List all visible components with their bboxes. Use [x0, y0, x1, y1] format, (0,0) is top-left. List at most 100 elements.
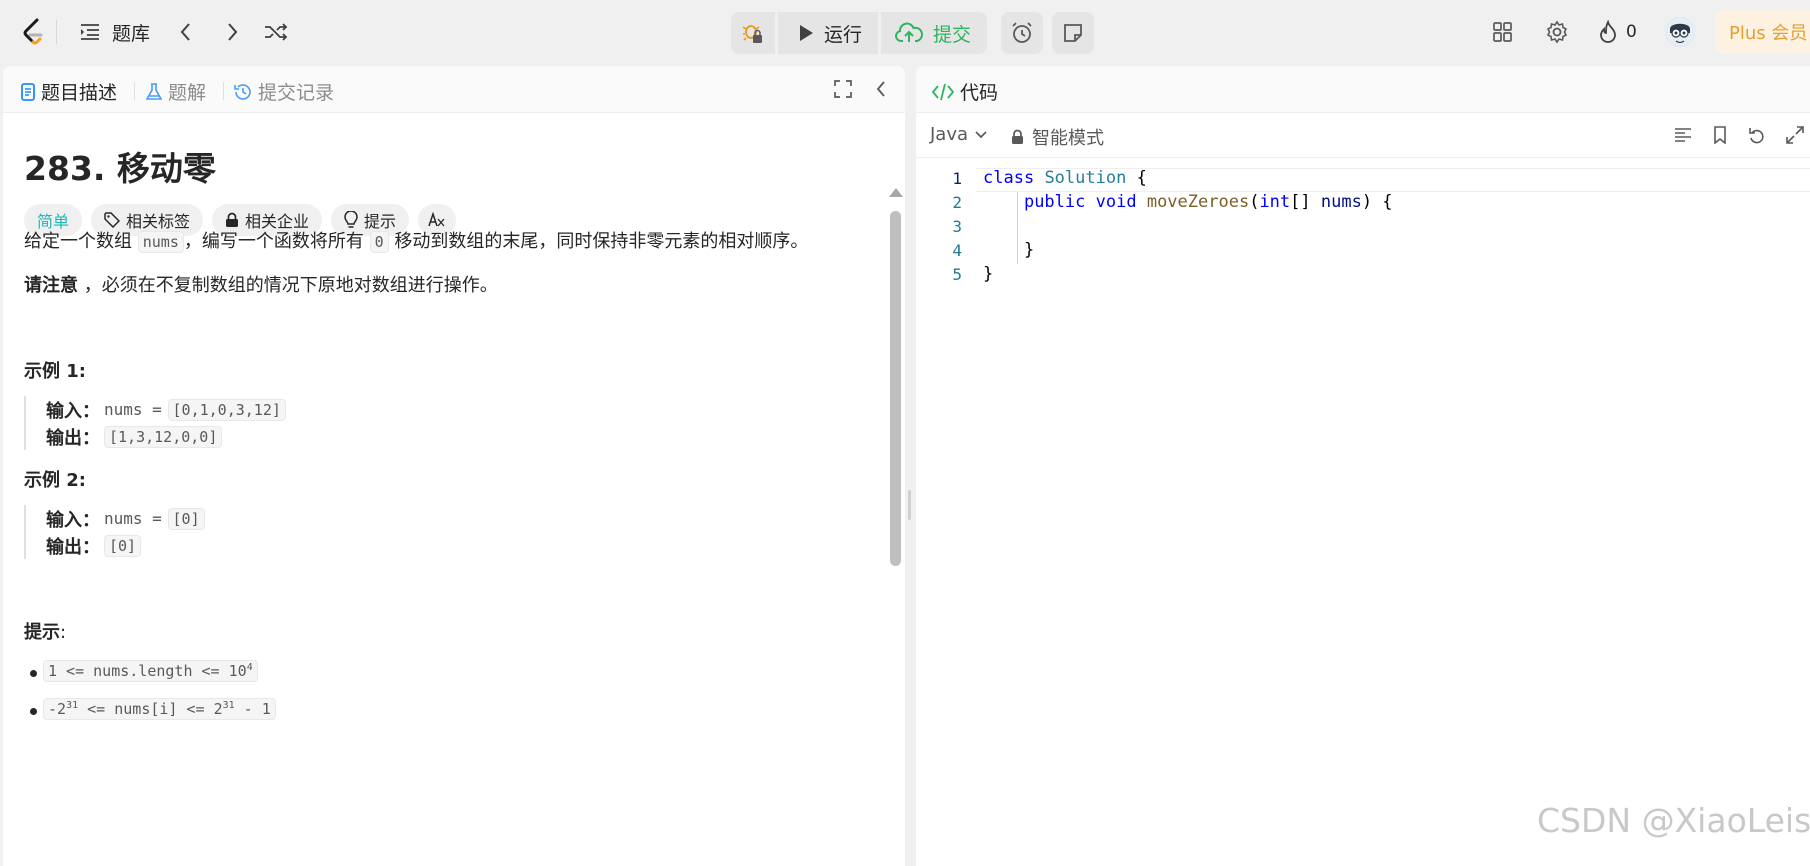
maximize-panel-button[interactable] — [832, 78, 854, 100]
debug-button[interactable] — [731, 12, 775, 54]
constraint-text: - 1 — [234, 700, 271, 718]
example-2-block: 输入： nums = [0] 输出： [0] — [24, 505, 205, 559]
leetcode-logo-icon[interactable] — [20, 17, 46, 47]
submit-button[interactable]: 提交 — [881, 12, 988, 54]
settings-button[interactable] — [1544, 18, 1570, 46]
prev-problem-button[interactable] — [174, 18, 198, 46]
language-select[interactable]: Java — [930, 124, 988, 145]
example-2-input: 输入： nums = [0] — [46, 505, 205, 532]
lock-icon — [226, 212, 239, 227]
run-submit-group: 运行 提交 — [731, 12, 988, 54]
output-label: 输出： — [46, 427, 100, 449]
description-panel: 题目描述 题解 提交记录 283. 移动零 简单 相关标签 相关企业 提示 给定… — [3, 66, 905, 866]
tag-icon — [104, 212, 121, 228]
example-1-output: 输出： [1,3,12,0,0] — [46, 423, 286, 450]
debug-lock-icon — [743, 25, 762, 43]
constraint-1-code: 1 <= nums.length <= 104 — [43, 660, 258, 682]
timer-button[interactable] — [1001, 12, 1043, 54]
example-1-block: 输入： nums = [0,1,0,3,12] 输出： [1,3,12,0,0] — [24, 396, 286, 450]
example-1-input: 输入： nums = [0,1,0,3,12] — [46, 396, 286, 423]
keyword: void — [1095, 192, 1137, 212]
example-2-title: 示例 2: — [24, 470, 86, 491]
language-label: Java — [930, 124, 969, 145]
avatar-icon — [1666, 18, 1694, 46]
output-value: [1,3,12,0,0] — [104, 425, 223, 448]
tab-solutions[interactable]: 题解 — [146, 78, 206, 105]
layout-button[interactable] — [1490, 18, 1516, 46]
expand-icon — [834, 80, 852, 98]
constraints-title: 提示: — [24, 618, 66, 644]
tab-code[interactable]: 代码 — [932, 78, 998, 105]
description-paragraph-2: 请注意 ，必须在不复制数组的情况下原地对数组进行操作。 — [24, 271, 498, 297]
constraint-2-code: -231 <= nums[i] <= 231 - 1 — [43, 698, 276, 720]
gear-icon — [1546, 20, 1568, 44]
flame-icon — [1600, 20, 1616, 43]
streak-counter[interactable]: 0 — [1598, 18, 1637, 46]
type-name: Solution — [1044, 168, 1127, 188]
fullscreen-editor-button[interactable] — [1784, 124, 1806, 146]
superscript: 4 — [246, 662, 253, 673]
tab-description-label: 题目描述 — [41, 82, 118, 104]
desc-text: 给定一个数组 — [24, 231, 138, 252]
constraint-text: 1 <= nums.length <= 10 — [48, 662, 247, 680]
code-tabbar: 代码 — [916, 66, 1810, 113]
top-navbar: 题库 运行 提交 0 Plus 会员 — [0, 0, 1810, 64]
constraint-2: -231 <= nums[i] <= 231 - 1 — [43, 698, 276, 720]
layout-grid-icon — [1493, 22, 1512, 42]
line-number: 3 — [952, 217, 962, 236]
desc-text: ，编写一个函数将所有 — [183, 231, 370, 252]
code-line-5[interactable]: } — [983, 264, 993, 284]
problem-list-button[interactable]: 题库 — [80, 16, 150, 48]
punctuation: ) { — [1361, 192, 1393, 212]
inline-code: 0 — [369, 231, 389, 253]
description-scrollbar[interactable] — [890, 211, 901, 566]
random-problem-button[interactable] — [262, 18, 290, 46]
streak-count: 0 — [1626, 22, 1637, 42]
constraint-text: -2 — [48, 700, 67, 718]
bookmark-button[interactable] — [1709, 124, 1731, 146]
plus-label: Plus 会员 — [1729, 23, 1808, 44]
input-prefix: nums = — [104, 509, 162, 528]
chevron-left-icon — [876, 81, 885, 97]
smart-mode-label: 智能模式 — [1032, 128, 1104, 149]
description-tabbar: 题目描述 题解 提交记录 — [3, 66, 905, 113]
code-line-4[interactable]: } — [983, 240, 1034, 260]
panel-resize-handle[interactable] — [908, 490, 911, 520]
input-label: 输入： — [46, 509, 100, 531]
user-avatar[interactable] — [1665, 17, 1695, 47]
punctuation: ( — [1249, 192, 1260, 212]
next-problem-button[interactable] — [220, 18, 244, 46]
tab-submissions-label: 提交记录 — [258, 82, 335, 104]
collapse-panel-button[interactable] — [871, 78, 891, 100]
cloud-upload-icon — [895, 22, 923, 42]
run-button[interactable]: 运行 — [778, 12, 879, 54]
tab-submissions[interactable]: 提交记录 — [234, 78, 334, 105]
tab-description[interactable]: 题目描述 — [21, 78, 117, 105]
reset-code-button[interactable] — [1746, 124, 1768, 146]
list-icon — [80, 23, 100, 41]
scroll-up-arrow[interactable] — [889, 188, 903, 197]
flask-icon — [146, 82, 162, 100]
shuffle-icon — [265, 23, 288, 41]
translate-icon — [428, 212, 445, 227]
code-icon — [932, 83, 954, 100]
output-value: [0] — [104, 534, 142, 557]
output-label: 输出： — [46, 536, 100, 558]
code-line-1[interactable]: class Solution { — [983, 168, 1147, 188]
plus-membership-button[interactable]: Plus 会员 — [1715, 10, 1810, 54]
tab-solutions-label: 题解 — [168, 82, 207, 104]
function-name: moveZeroes — [1146, 192, 1250, 212]
smart-mode-toggle[interactable]: 智能模式 — [1011, 124, 1104, 150]
superscript: 31 — [222, 700, 235, 711]
problem-title: 283. 移动零 — [24, 149, 216, 188]
keyword: int — [1259, 192, 1291, 212]
code-line-2[interactable]: public void moveZeroes(int[] nums) { — [983, 192, 1393, 212]
watermark: CSDN @XiaoLeisj — [1537, 801, 1810, 840]
keyword: class — [983, 168, 1035, 188]
input-prefix: nums = — [104, 400, 162, 419]
bullet-dot — [30, 670, 37, 677]
format-code-button[interactable] — [1672, 124, 1694, 146]
notes-button[interactable] — [1052, 12, 1094, 54]
constraint-text: <= nums[i] <= 2 — [78, 700, 223, 718]
constraints-title-text: 提示 — [24, 622, 60, 643]
